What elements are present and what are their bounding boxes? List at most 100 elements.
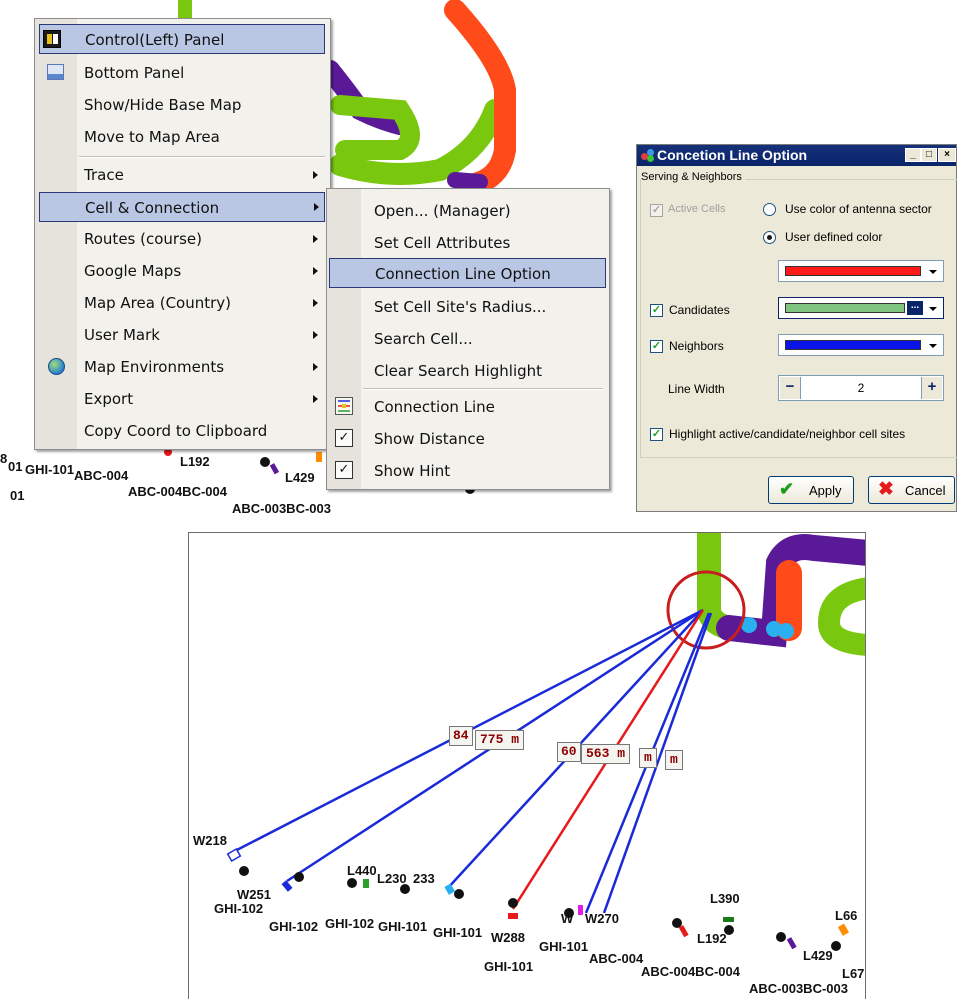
site-label: GHI-101 — [433, 925, 482, 940]
menu-item-copy-coord[interactable]: Copy Coord to Clipboard — [35, 416, 330, 446]
site-label: L429 — [803, 948, 833, 963]
highlight-checkbox[interactable]: ✓ — [650, 428, 663, 441]
submenu-item-label: Set Cell Attributes — [374, 234, 511, 252]
minimize-button[interactable]: _ — [905, 148, 921, 162]
minus-button[interactable]: − — [780, 377, 801, 399]
site-label: W288 — [491, 930, 525, 945]
menu-item-routes[interactable]: Routes (course) — [35, 224, 330, 254]
menu-item-trace[interactable]: Trace — [35, 160, 330, 190]
submenu-item-label: Set Cell Site's Radius... — [374, 298, 547, 316]
active-cells-checkbox[interactable]: ✓ — [650, 204, 663, 217]
line-width-input[interactable]: 2 — [801, 378, 921, 398]
menu-item-label: Control(Left) Panel — [85, 31, 225, 49]
submenu-item-label: Show Distance — [374, 430, 485, 448]
radio-antenna-color[interactable] — [763, 203, 776, 216]
submenu-item-show-hint[interactable]: ✓ Show Hint — [327, 456, 609, 486]
menu-item-label: Trace — [84, 166, 124, 184]
connection-line-option-dialog: Concetion Line Option _ □ × Serving & Ne… — [636, 144, 957, 512]
site-label: W251 — [237, 887, 271, 902]
submenu-item-label: Search Cell... — [374, 330, 473, 348]
menu-item-cell-connection[interactable]: Cell & Connection — [39, 192, 325, 222]
close-x-icon: ✖ — [878, 479, 894, 500]
menu-item-map-environments[interactable]: Map Environments — [35, 352, 330, 382]
submenu-item-set-cell-attributes[interactable]: Set Cell Attributes — [327, 228, 609, 258]
candidates-color-select[interactable]: ... — [778, 297, 944, 319]
submenu-arrow-icon — [313, 395, 318, 403]
menu-item-export[interactable]: Export — [35, 384, 330, 414]
submenu-item-label: Open... (Manager) — [374, 202, 511, 220]
map-label: L192 — [180, 454, 210, 469]
apply-button[interactable]: ✔ Apply — [768, 476, 854, 504]
active-cells-label: Active Cells — [668, 203, 726, 215]
menu-item-label: Export — [84, 390, 134, 408]
submenu-item-set-radius[interactable]: Set Cell Site's Radius... — [327, 292, 609, 322]
map-label: ABC-003BC-003 — [232, 501, 331, 516]
submenu-item-connection-line[interactable]: Connection Line — [327, 392, 609, 422]
maximize-button[interactable]: □ — [921, 148, 937, 162]
submenu-arrow-icon — [313, 267, 318, 275]
site-label: W — [561, 911, 574, 926]
site-label: L390 — [710, 891, 740, 906]
line-width-stepper: − 2 + — [778, 375, 944, 401]
menu-item-control-panel[interactable]: Control(Left) Panel — [39, 24, 325, 54]
cell-connection-submenu: Open... (Manager) Set Cell Attributes Co… — [326, 188, 610, 490]
neighbors-color-select[interactable] — [778, 334, 944, 356]
chevron-down-icon — [924, 336, 942, 354]
site-label: GHI-101 — [539, 939, 588, 954]
plus-button[interactable]: + — [921, 377, 942, 399]
cancel-label: Cancel — [905, 483, 946, 498]
menu-item-label: User Mark — [84, 326, 160, 344]
site-label: L192 — [697, 931, 727, 946]
map-label: 8 — [0, 451, 7, 466]
menu-item-label: Map Environments — [84, 358, 225, 376]
submenu-item-open-manager[interactable]: Open... (Manager) — [327, 196, 609, 226]
cancel-button[interactable]: ✖ Cancel — [868, 476, 955, 504]
highlight-label: Highlight active/candidate/neighbor cell… — [669, 427, 906, 441]
chevron-down-icon — [924, 262, 942, 280]
ellipsis-button[interactable]: ... — [907, 301, 923, 315]
menu-item-move-to-map-area[interactable]: Move to Map Area — [35, 122, 330, 152]
submenu-arrow-icon — [313, 235, 318, 243]
map-label: ABC-004 — [74, 468, 129, 483]
close-button[interactable]: × — [938, 148, 956, 162]
submenu-item-clear-search-highlight[interactable]: Clear Search Highlight — [327, 356, 609, 386]
site-label: L67 — [842, 966, 864, 981]
menu-item-google-maps[interactable]: Google Maps — [35, 256, 330, 286]
site-label: GHI-101 — [484, 959, 533, 974]
radio-user-color[interactable] — [763, 231, 776, 244]
menu-item-map-area-country[interactable]: Map Area (Country) — [35, 288, 330, 318]
distance-label: 563 m — [581, 744, 631, 764]
menu-item-user-mark[interactable]: User Mark — [35, 320, 330, 350]
site-label: GHI-102 — [269, 919, 318, 934]
menu-separator — [363, 388, 603, 390]
submenu-arrow-icon — [313, 331, 318, 339]
dialog-title-bar[interactable]: Concetion Line Option _ □ × — [637, 145, 956, 166]
site-label: ABC-004 — [589, 951, 644, 966]
submenu-item-label: Connection Line — [374, 398, 495, 416]
submenu-item-show-distance[interactable]: ✓ Show Distance — [327, 424, 609, 454]
menu-item-label: Copy Coord to Clipboard — [84, 422, 268, 440]
chevron-down-icon — [924, 299, 942, 317]
menu-item-show-hide-base-map[interactable]: Show/Hide Base Map — [35, 90, 330, 120]
site-label: GHI-101 — [378, 919, 427, 934]
distance-label: 84 — [449, 726, 473, 746]
group-label: Serving & Neighbors — [641, 171, 745, 183]
site-label: W270 — [585, 911, 619, 926]
site-label: L66 — [835, 908, 857, 923]
candidates-checkbox[interactable]: ✓ — [650, 304, 663, 317]
context-menu: Control(Left) Panel Bottom Panel Show/Hi… — [34, 18, 331, 450]
menu-item-label: Routes (course) — [84, 230, 202, 248]
distance-label: m — [665, 750, 683, 770]
submenu-arrow-icon — [313, 363, 318, 371]
site-label: L230 — [377, 871, 407, 886]
map-label: 01 — [8, 459, 22, 474]
submenu-item-search-cell[interactable]: Search Cell... — [327, 324, 609, 354]
map-label: GHI-101 — [25, 462, 74, 477]
menu-item-bottom-panel[interactable]: Bottom Panel — [35, 58, 330, 88]
submenu-item-connection-line-option[interactable]: Connection Line Option — [329, 258, 606, 288]
distance-label: 60 — [557, 742, 581, 762]
submenu-item-label: Show Hint — [374, 462, 451, 480]
map-view[interactable]: W218 W251 GHI-102 GHI-102 GHI-102 L440 L… — [188, 532, 866, 999]
active-color-select[interactable] — [778, 260, 944, 282]
neighbors-checkbox[interactable]: ✓ — [650, 340, 663, 353]
